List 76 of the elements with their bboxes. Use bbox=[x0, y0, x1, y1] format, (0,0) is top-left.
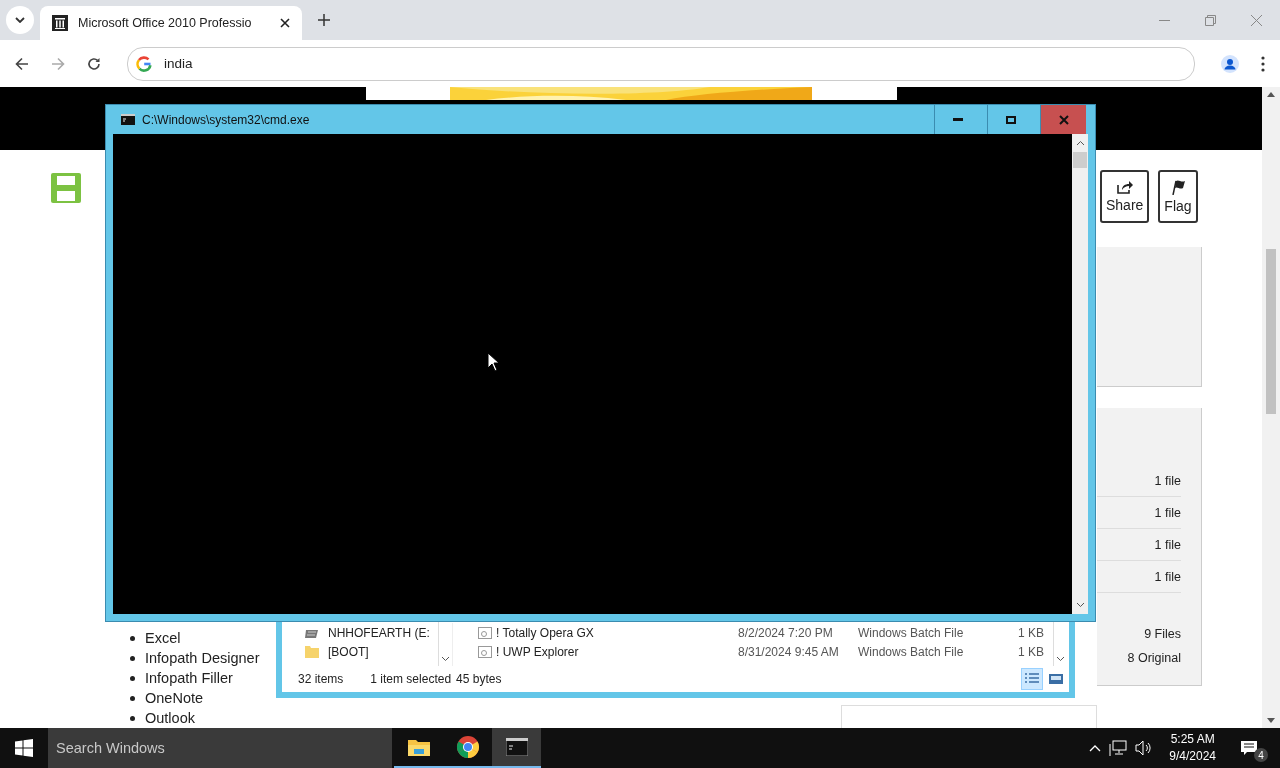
tree-item[interactable]: [BOOT] bbox=[304, 642, 452, 661]
profile-icon[interactable] bbox=[1221, 54, 1239, 73]
selection-size: 45 bytes bbox=[456, 672, 502, 686]
back-icon[interactable] bbox=[15, 56, 29, 71]
mouse-cursor-icon bbox=[487, 352, 499, 372]
tab-search-button[interactable] bbox=[6, 6, 34, 34]
browser-icon bbox=[455, 735, 480, 759]
network-icon[interactable] bbox=[1109, 740, 1128, 756]
scroll-down-icon[interactable] bbox=[1267, 718, 1275, 723]
share-icon bbox=[1116, 180, 1133, 194]
batch-file-icon bbox=[478, 645, 492, 658]
bullet-icon bbox=[130, 635, 135, 641]
bullet-icon bbox=[130, 655, 135, 661]
scrollbar[interactable] bbox=[1262, 87, 1280, 728]
scrollbar[interactable] bbox=[1072, 134, 1088, 614]
chevron-down-icon[interactable] bbox=[1075, 602, 1085, 608]
folder-icon bbox=[406, 737, 431, 757]
list-item: Infopath Designer bbox=[145, 650, 260, 666]
total-text: 8 Original bbox=[1127, 651, 1181, 665]
folder-icon bbox=[304, 644, 320, 659]
file-count: 1 file bbox=[1154, 569, 1181, 584]
scroll-up-icon[interactable] bbox=[1267, 92, 1275, 97]
reload-icon[interactable] bbox=[87, 56, 101, 71]
preview-view-icon bbox=[1048, 672, 1064, 686]
chevron-down-icon[interactable] bbox=[1056, 656, 1065, 662]
item-count: 32 items bbox=[298, 672, 344, 686]
file-count: 1 file bbox=[1154, 473, 1181, 488]
address-text: india bbox=[164, 56, 193, 71]
list-item: OneNote bbox=[145, 690, 204, 706]
restore-icon[interactable] bbox=[1205, 14, 1216, 26]
chevron-up-icon[interactable] bbox=[1075, 140, 1085, 146]
google-icon bbox=[136, 55, 152, 72]
flag-icon bbox=[1169, 179, 1186, 195]
windows-logo-icon bbox=[15, 739, 33, 757]
details-view-button[interactable] bbox=[1021, 668, 1043, 690]
minimize-icon bbox=[952, 118, 963, 121]
file-row[interactable]: ! UWP Explorer 8/31/2024 9:45 AM Windows Batch File 1 KB bbox=[478, 642, 1069, 661]
search-field[interactable]: Search Windows bbox=[48, 728, 392, 768]
new-tab-icon[interactable] bbox=[318, 14, 330, 26]
share-button[interactable]: Share bbox=[1100, 170, 1150, 223]
close-icon bbox=[1058, 114, 1069, 125]
building-icon bbox=[52, 15, 68, 31]
batch-file-icon bbox=[478, 626, 492, 639]
console-icon bbox=[505, 738, 528, 756]
menu-icon[interactable] bbox=[1261, 55, 1265, 72]
chevron-down-icon[interactable] bbox=[441, 656, 450, 662]
maximize-icon bbox=[1005, 115, 1016, 124]
window-title: C:\Windows\system32\cmd.exe bbox=[142, 112, 311, 127]
notification-icon[interactable] bbox=[1240, 740, 1258, 756]
notification-count: 4 bbox=[1254, 748, 1268, 762]
console-icon bbox=[121, 114, 135, 125]
total-text: 9 Files bbox=[1144, 627, 1181, 641]
scroll-thumb[interactable] bbox=[1073, 152, 1087, 168]
list-item: Outlook bbox=[145, 710, 195, 726]
flag-button[interactable]: Flag bbox=[1158, 170, 1198, 223]
chevron-down-icon bbox=[15, 17, 25, 23]
tab-title: Microsoft Office 2010 Professio bbox=[78, 16, 253, 30]
browser-tab[interactable]: Microsoft Office 2010 Professio bbox=[40, 6, 302, 40]
clock[interactable]: 5:25 AM 9/4/2024 bbox=[1169, 731, 1216, 765]
file-row[interactable]: ! Totally Opera GX 8/2/2024 7:20 PM Windows Batch File 1 KB bbox=[478, 623, 1069, 642]
volume-icon[interactable] bbox=[1135, 740, 1154, 756]
selection-info: 1 item selected bbox=[370, 672, 452, 686]
file-count: 1 file bbox=[1154, 537, 1181, 552]
console-taskbar-button[interactable] bbox=[492, 728, 541, 768]
list-item: Excel bbox=[145, 630, 181, 646]
tree-item[interactable]: NHHOFEARTH (E: bbox=[304, 623, 452, 642]
file-count: 1 file bbox=[1154, 505, 1181, 520]
list-item: Infopath Filler bbox=[145, 670, 233, 686]
close-icon[interactable] bbox=[280, 18, 290, 28]
scroll-thumb[interactable] bbox=[1266, 249, 1276, 414]
close-button[interactable] bbox=[1040, 105, 1086, 134]
bullet-icon bbox=[130, 675, 135, 681]
address-bar[interactable]: india bbox=[127, 46, 1195, 81]
details-view-icon bbox=[1024, 672, 1040, 686]
bullet-icon bbox=[130, 695, 135, 701]
bullet-icon bbox=[130, 715, 135, 721]
